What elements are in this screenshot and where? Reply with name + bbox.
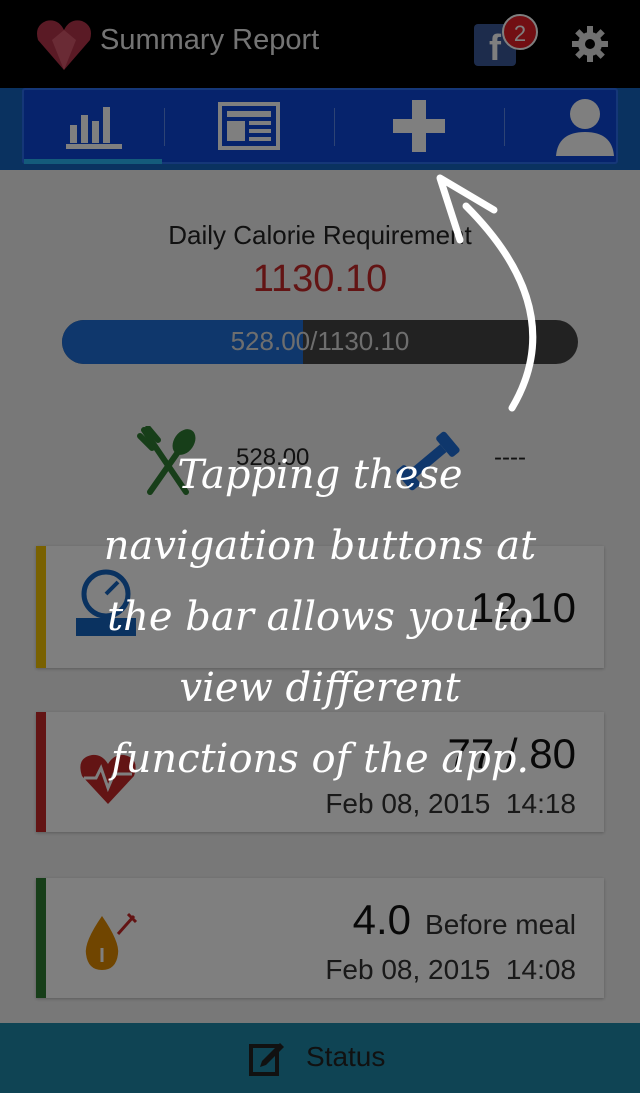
tooltip-line: Tapping these xyxy=(177,452,463,498)
status-label: Status xyxy=(306,1041,386,1072)
glucose-note: Before meal xyxy=(425,909,576,940)
tooltip-line: the bar allows you to xyxy=(107,594,533,640)
navigation-tabs xyxy=(22,88,618,164)
glucose-value: 4.0 xyxy=(352,896,412,943)
bar-chart-icon xyxy=(66,107,122,149)
user-icon xyxy=(556,99,614,156)
tab-profile[interactable] xyxy=(504,90,616,162)
status-bar[interactable]: Status xyxy=(0,1023,640,1093)
page-title: Summary Report xyxy=(100,24,320,56)
app-bar: Summary Report f 2 xyxy=(0,0,640,88)
glucose-timestamp: Feb 08, 2015 14:08 xyxy=(325,954,576,986)
tab-news[interactable] xyxy=(164,90,334,162)
glucose-card[interactable]: 4.0 Before meal Feb 08, 2015 14:08 xyxy=(36,878,604,998)
tab-summary[interactable] xyxy=(24,90,164,162)
tutorial-tooltip: Tapping these navigation buttons at the … xyxy=(60,440,580,795)
heart-stripe xyxy=(36,712,46,832)
glucose-stripe xyxy=(36,878,46,998)
edit-icon xyxy=(249,1043,284,1076)
glucose-time: 14:08 xyxy=(505,954,576,985)
blood-drop-icon xyxy=(85,912,138,970)
bmi-stripe xyxy=(36,546,46,668)
tooltip-line: view different xyxy=(179,665,461,711)
tooltip-line: navigation buttons at xyxy=(103,523,537,569)
curved-arrow-icon xyxy=(436,174,537,412)
newspaper-icon xyxy=(218,102,280,150)
gear-icon[interactable] xyxy=(570,24,610,64)
active-tab-indicator xyxy=(24,159,162,164)
heart-logo-icon xyxy=(37,20,91,70)
notification-badge: 2 xyxy=(502,14,538,50)
tooltip-line: functions of the app. xyxy=(110,736,530,782)
tab-add[interactable] xyxy=(334,90,504,162)
glucose-reading: 4.0 Before meal xyxy=(353,896,576,944)
plus-icon xyxy=(393,100,445,152)
glucose-date: Feb 08, 2015 xyxy=(325,954,491,985)
